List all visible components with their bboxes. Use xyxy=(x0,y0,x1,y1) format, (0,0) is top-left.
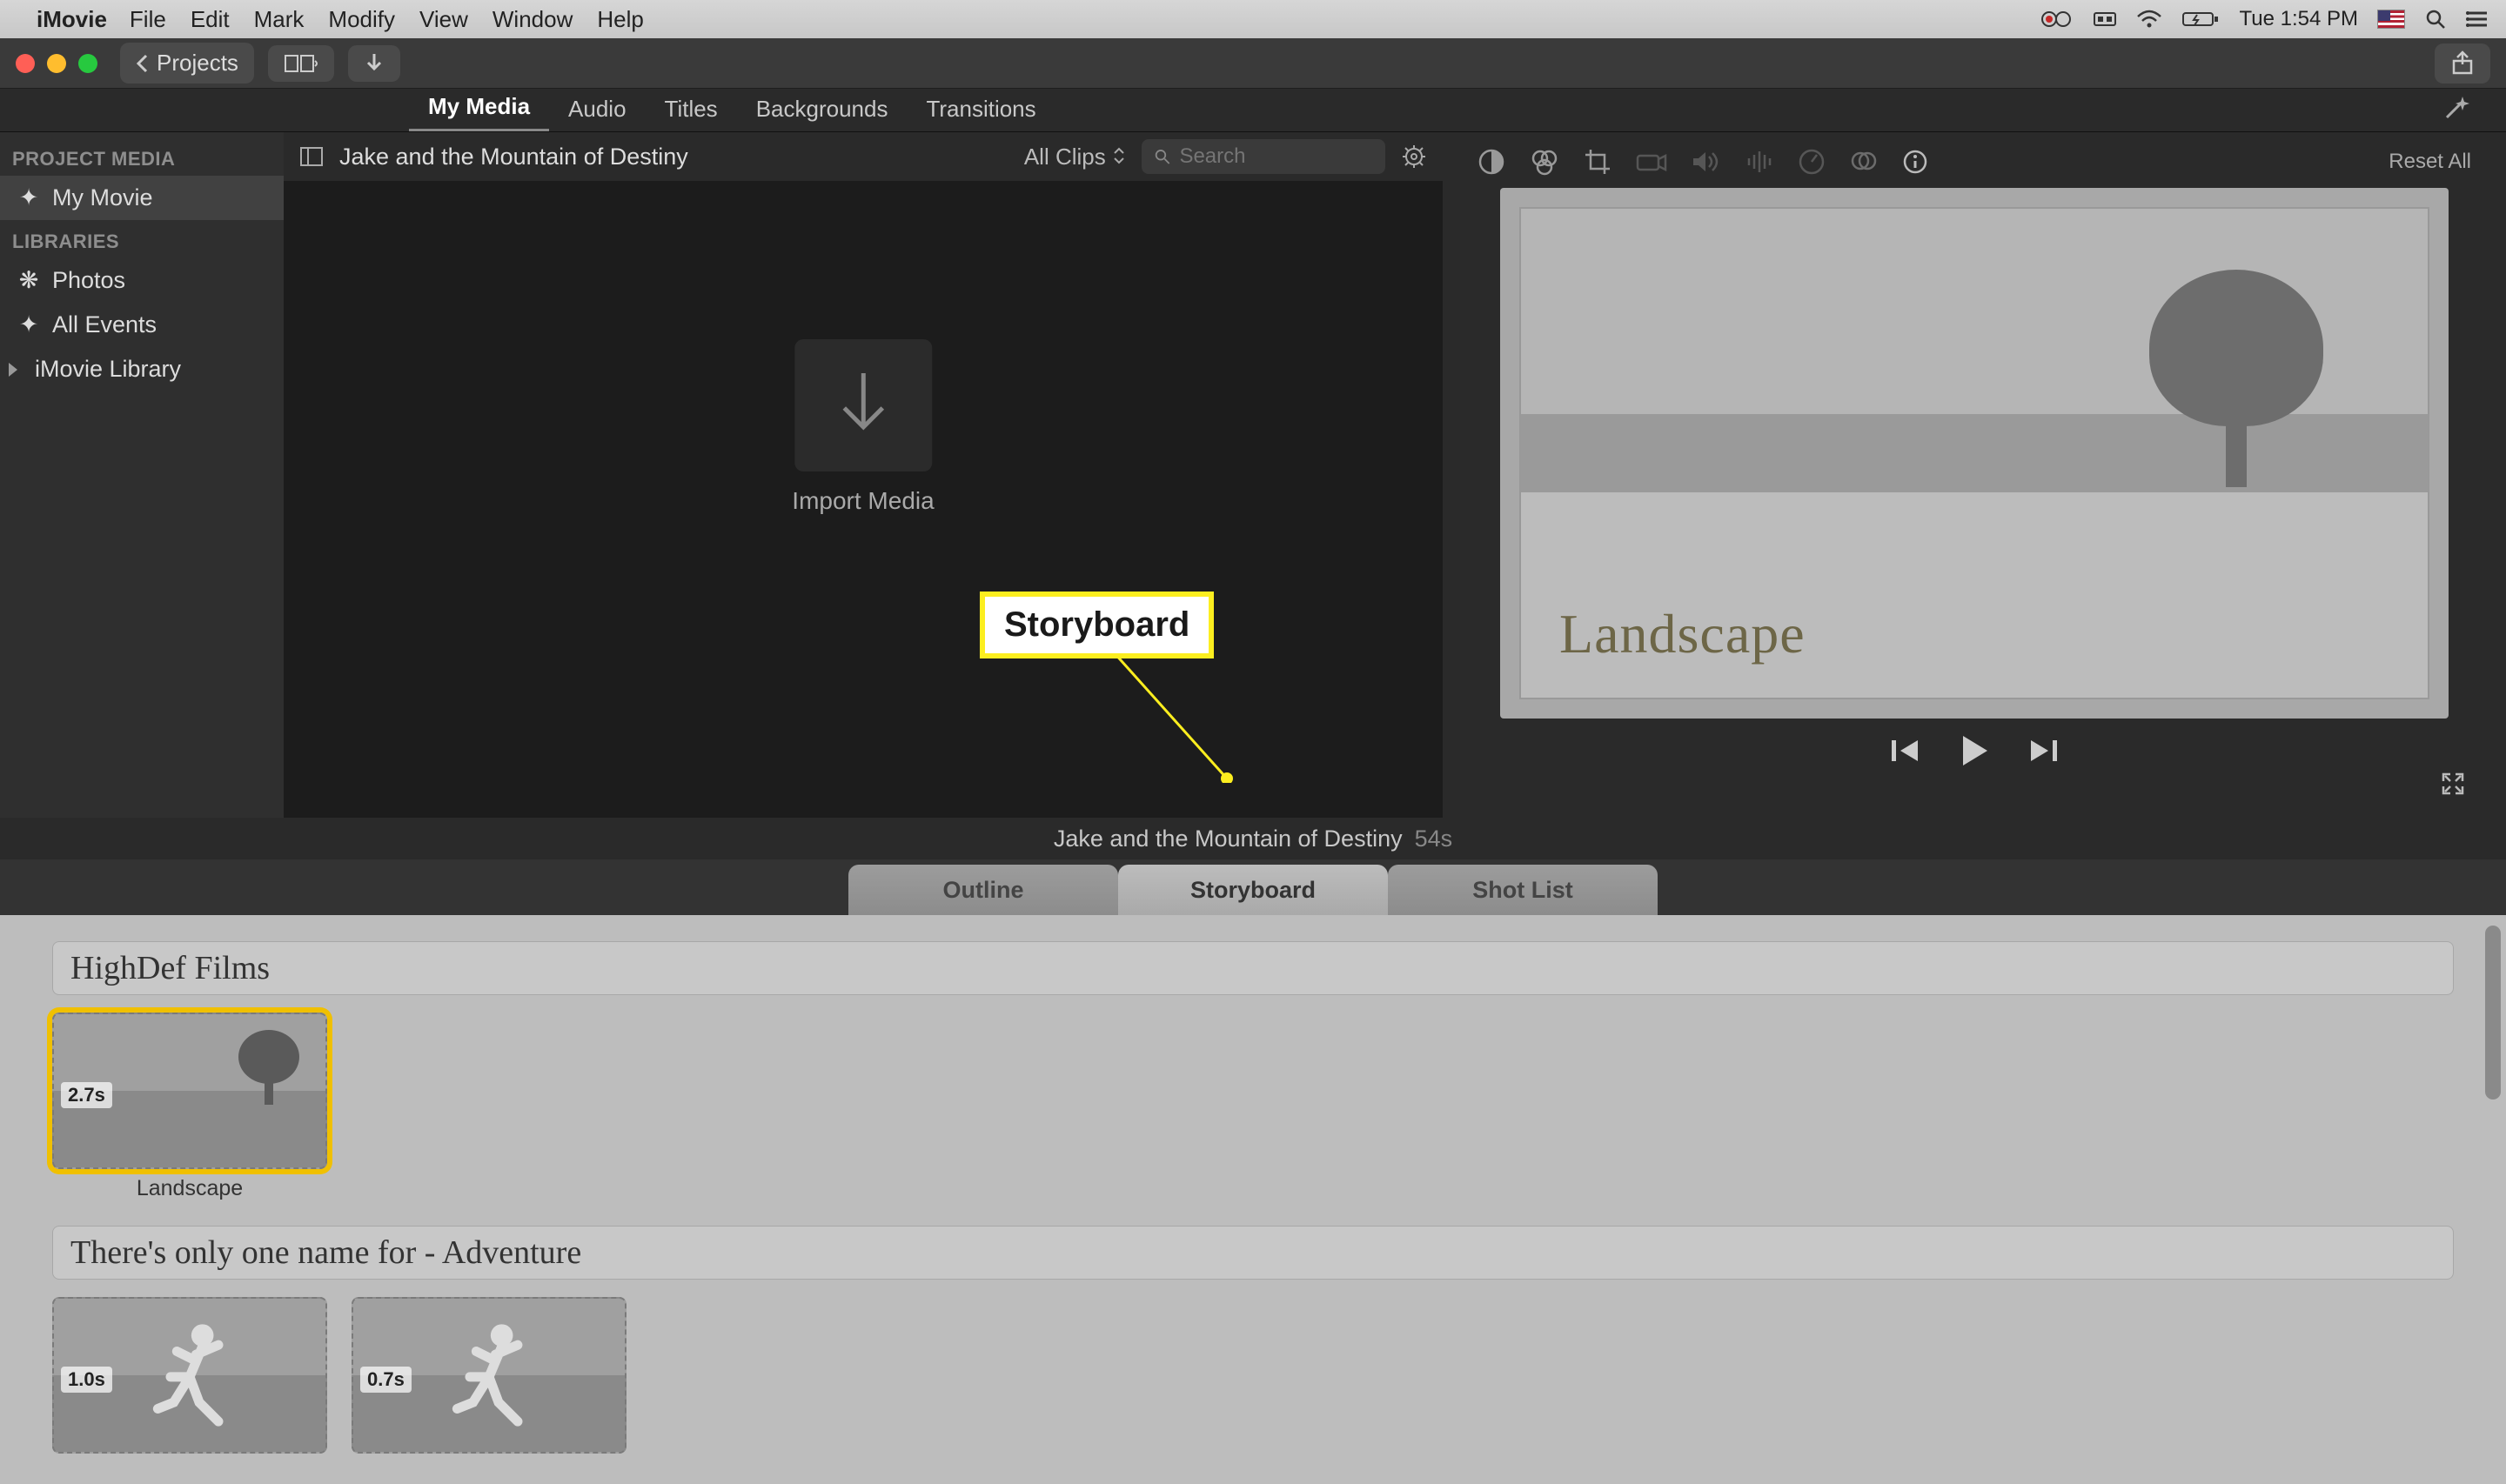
menu-window[interactable]: Window xyxy=(492,6,573,33)
next-button[interactable] xyxy=(2027,737,2059,765)
search-input[interactable] xyxy=(1179,144,1373,169)
tab-backgrounds[interactable]: Backgrounds xyxy=(737,87,908,131)
clip-duration: 1.0s xyxy=(61,1367,112,1393)
projects-back-button[interactable]: Projects xyxy=(120,43,254,84)
sidebar-item-label: iMovie Library xyxy=(35,356,181,383)
project-title: Jake and the Mountain of Destiny xyxy=(1054,826,1403,852)
settings-gear-icon[interactable] xyxy=(1401,144,1427,170)
tray-icon[interactable] xyxy=(2093,10,2117,29)
noise-reduction-icon[interactable] xyxy=(1745,150,1773,174)
minimize-window-button[interactable] xyxy=(47,54,66,73)
storyboard-section-title[interactable]: There's only one name for - Adventure xyxy=(52,1226,2454,1280)
sidebar-item-photos[interactable]: ❋ Photos xyxy=(0,258,284,303)
preview-canvas[interactable]: Landscape xyxy=(1500,188,2449,719)
tree-icon xyxy=(238,1030,299,1100)
media-browser: Jake and the Mountain of Destiny All Cli… xyxy=(284,132,1443,818)
clip-duration: 2.7s xyxy=(61,1082,112,1108)
close-window-button[interactable] xyxy=(16,54,35,73)
tab-transitions[interactable]: Transitions xyxy=(907,87,1055,131)
project-duration: 54s xyxy=(1415,826,1453,852)
import-button[interactable] xyxy=(348,45,400,82)
tab-shot-list[interactable]: Shot List xyxy=(1388,865,1658,915)
clock[interactable]: Tue 1:54 PM xyxy=(2239,7,2358,31)
star-box-icon: ✦ xyxy=(17,311,40,338)
disclosure-triangle-icon[interactable] xyxy=(9,363,17,377)
stabilization-icon[interactable] xyxy=(1636,150,1667,173)
menu-extra-icon[interactable] xyxy=(2466,10,2489,29)
timeline-header: Jake and the Mountain of Destiny 54s xyxy=(0,818,2506,859)
menu-modify[interactable]: Modify xyxy=(328,6,395,33)
reset-all-button[interactable]: Reset All xyxy=(2389,150,2471,174)
placeholder-tree-icon xyxy=(2149,270,2323,478)
tab-audio[interactable]: Audio xyxy=(549,87,646,131)
clips-filter-dropdown[interactable]: All Clips xyxy=(1024,144,1126,170)
screenrec-icon[interactable] xyxy=(2040,9,2074,30)
macos-menubar: iMovie File Edit Mark Modify View Window… xyxy=(0,0,2506,38)
volume-icon[interactable] xyxy=(1692,150,1721,174)
import-media-label: Import Media xyxy=(792,487,934,515)
import-media-dropzone[interactable]: Import Media xyxy=(792,339,934,515)
star-icon: ✦ xyxy=(17,184,40,211)
menu-view[interactable]: View xyxy=(419,6,468,33)
tab-titles[interactable]: Titles xyxy=(646,87,737,131)
crop-icon[interactable] xyxy=(1584,148,1611,176)
sidebar-toggle-icon[interactable] xyxy=(299,146,324,167)
color-correction-icon[interactable] xyxy=(1530,148,1559,176)
storyboard-clip[interactable]: 1.0s xyxy=(52,1297,327,1454)
project-media-header: PROJECT MEDIA xyxy=(0,137,284,176)
sidebar-item-label: My Movie xyxy=(52,184,153,211)
wifi-icon[interactable] xyxy=(2136,10,2162,29)
spotlight-icon[interactable] xyxy=(2424,8,2447,30)
prev-button[interactable] xyxy=(1890,737,1921,765)
battery-icon[interactable] xyxy=(2181,10,2220,29)
sidebar-item-my-movie[interactable]: ✦ My Movie xyxy=(0,176,284,220)
play-button[interactable] xyxy=(1960,734,1989,767)
flower-icon: ❋ xyxy=(17,267,40,294)
share-button[interactable] xyxy=(2435,43,2490,84)
speed-icon[interactable] xyxy=(1798,148,1826,176)
scrollbar[interactable] xyxy=(2485,926,2501,1100)
toolbar: Projects xyxy=(0,38,2506,89)
placeholder-title: Landscape xyxy=(1559,602,1806,666)
sidebar-item-imovie-library[interactable]: iMovie Library xyxy=(0,347,284,391)
preview-pane: Reset All Landscape xyxy=(1443,132,2506,818)
runner-icon xyxy=(142,1319,238,1432)
sidebar-item-label: All Events xyxy=(52,311,157,338)
input-source-flag-icon[interactable] xyxy=(2377,10,2405,29)
tab-outline[interactable]: Outline xyxy=(848,865,1118,915)
menu-help[interactable]: Help xyxy=(597,6,643,33)
menu-mark[interactable]: Mark xyxy=(254,6,305,33)
zoom-window-button[interactable] xyxy=(78,54,97,73)
storyboard-clip[interactable]: 0.7s xyxy=(352,1297,626,1454)
search-field[interactable] xyxy=(1142,139,1385,174)
menu-edit[interactable]: Edit xyxy=(191,6,230,33)
library-view-button[interactable] xyxy=(268,45,334,82)
sidebar-item-label: Photos xyxy=(52,267,125,294)
timeline-tabs: Outline Storyboard Shot List xyxy=(0,859,2506,915)
libraries-header: LIBRARIES xyxy=(0,220,284,258)
media-category-tabs: My Media Audio Titles Backgrounds Transi… xyxy=(0,89,2506,132)
enhance-wand-icon[interactable] xyxy=(2442,93,2506,131)
tab-my-media[interactable]: My Media xyxy=(409,84,549,131)
fullscreen-icon[interactable] xyxy=(2440,771,2466,797)
menu-file[interactable]: File xyxy=(130,6,166,33)
info-icon[interactable] xyxy=(1902,149,1928,175)
annotation-callout: Storyboard xyxy=(980,592,1214,658)
clip-filter-icon[interactable] xyxy=(1850,149,1878,175)
storyboard-clip[interactable]: 2.7s xyxy=(52,1013,327,1169)
storyboard-panel: HighDef Films 2.7s Landscape There's only o… xyxy=(0,915,2506,1484)
app-menu[interactable]: iMovie xyxy=(37,6,107,33)
clip-label: Landscape xyxy=(52,1176,327,1201)
window-controls xyxy=(16,54,97,73)
color-balance-icon[interactable] xyxy=(1477,148,1505,176)
sidebar-item-all-events[interactable]: ✦ All Events xyxy=(0,303,284,347)
event-title: Jake and the Mountain of Destiny xyxy=(339,144,688,170)
projects-label: Projects xyxy=(157,50,238,77)
clip-duration: 0.7s xyxy=(360,1367,412,1393)
runner-icon xyxy=(441,1319,537,1432)
storyboard-section-title[interactable]: HighDef Films xyxy=(52,941,2454,995)
sidebar: PROJECT MEDIA ✦ My Movie LIBRARIES ❋ Pho… xyxy=(0,132,284,818)
tab-storyboard[interactable]: Storyboard xyxy=(1118,865,1388,915)
